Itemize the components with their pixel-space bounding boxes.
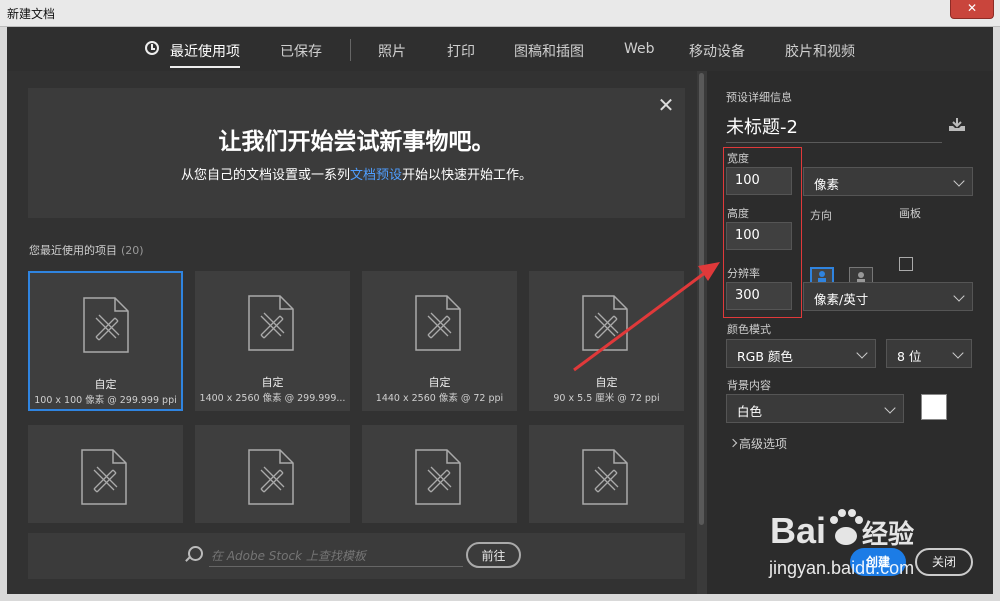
width-label: 宽度 bbox=[727, 152, 749, 165]
resolution-input[interactable]: 300 bbox=[726, 282, 792, 310]
welcome-sub-before: 从您自己的文档设置或一系列 bbox=[180, 168, 350, 183]
color-mode-select[interactable]: RGB 颜色 bbox=[726, 339, 876, 368]
unit-select[interactable]: 像素 bbox=[803, 167, 973, 196]
recent-item-meta: 100 x 100 像素 @ 299.999 ppi bbox=[34, 395, 177, 406]
tab-web[interactable]: Web bbox=[624, 41, 655, 57]
background-color-swatch[interactable] bbox=[921, 394, 947, 420]
resolution-unit-value: 像素/英寸 bbox=[814, 292, 869, 307]
chevron-down-icon bbox=[856, 347, 868, 359]
color-mode-value: RGB 颜色 bbox=[737, 349, 793, 364]
chevron-down-icon bbox=[952, 347, 964, 359]
bit-depth-value: 8 位 bbox=[897, 349, 922, 364]
svg-text:jingyan.baidu.com: jingyan.baidu.com bbox=[768, 558, 914, 578]
tab-print[interactable]: 打印 bbox=[447, 41, 475, 61]
recent-items-label: 您最近使用的项目 (20) bbox=[29, 242, 144, 258]
tab-saved[interactable]: 已保存 bbox=[280, 41, 322, 61]
recent-item-card[interactable]: 自定 90 x 5.5 厘米 @ 72 ppi bbox=[529, 271, 684, 411]
document-pencil-icon bbox=[582, 295, 628, 351]
document-presets-link[interactable]: 文档预设 bbox=[350, 168, 402, 183]
recent-item-meta: 90 x 5.5 厘米 @ 72 ppi bbox=[553, 393, 660, 404]
recent-item-meta: 1440 x 2560 像素 @ 72 ppi bbox=[375, 393, 504, 404]
recent-items-title: 您最近使用的项目 bbox=[29, 244, 117, 257]
recent-item-meta: 1400 x 2560 像素 @ 299.999... bbox=[199, 393, 346, 404]
height-label: 高度 bbox=[727, 207, 749, 220]
background-label: 背景内容 bbox=[727, 379, 771, 392]
document-pencil-icon bbox=[81, 449, 127, 505]
window-title: 新建文档 bbox=[7, 7, 56, 21]
dismiss-banner-icon[interactable]: ✕ bbox=[657, 95, 675, 115]
advanced-options-toggle[interactable]: 高级选项 bbox=[739, 435, 787, 452]
tab-mobile[interactable]: 移动设备 bbox=[689, 41, 745, 61]
resolution-label: 分辨率 bbox=[727, 267, 760, 280]
welcome-banner: 让我们开始尝试新事物吧。 从您自己的文档设置或一系列文档预设开始以快速开始工作。… bbox=[28, 88, 685, 218]
tab-recent[interactable]: 最近使用项 bbox=[170, 41, 240, 68]
artboard-checkbox[interactable] bbox=[899, 257, 913, 271]
svg-text:Bai: Bai bbox=[770, 510, 826, 551]
unit-select-value: 像素 bbox=[814, 177, 840, 192]
recent-items-count: (20) bbox=[121, 244, 144, 257]
recent-item-name: 自定 bbox=[595, 376, 618, 389]
height-input[interactable]: 100 bbox=[726, 222, 792, 250]
welcome-heading: 让我们开始尝试新事物吧。 bbox=[218, 129, 495, 155]
tab-divider bbox=[350, 39, 351, 61]
recent-item-name: 自定 bbox=[428, 376, 451, 389]
artboard-label: 画板 bbox=[899, 207, 921, 220]
document-pencil-icon bbox=[83, 297, 129, 353]
window-titlebar: 新建文档 ✕ bbox=[0, 0, 1000, 27]
recent-item-card[interactable] bbox=[28, 425, 183, 523]
baidu-jingyan-watermark: Bai 经验 jingyan.baidu.com bbox=[768, 509, 914, 578]
svg-text:经验: 经验 bbox=[862, 519, 914, 549]
document-name-field[interactable]: 未标题-2 bbox=[726, 113, 942, 143]
document-pencil-icon bbox=[415, 295, 461, 351]
document-pencil-icon bbox=[582, 449, 628, 505]
chevron-down-icon bbox=[953, 290, 965, 302]
recent-item-card[interactable]: 自定 1440 x 2560 像素 @ 72 ppi bbox=[362, 271, 517, 411]
tab-photo[interactable]: 照片 bbox=[378, 41, 406, 61]
stock-search-input[interactable] bbox=[209, 546, 463, 567]
width-input[interactable]: 100 bbox=[726, 167, 792, 195]
window-close-button[interactable]: ✕ bbox=[950, 0, 994, 19]
recent-item-card[interactable]: 自定 1400 x 2560 像素 @ 299.999... bbox=[195, 271, 350, 411]
recent-scrollbar[interactable] bbox=[699, 73, 704, 525]
orientation-label: 方向 bbox=[810, 209, 832, 222]
recent-item-card[interactable]: 自定 100 x 100 像素 @ 299.999 ppi bbox=[28, 271, 183, 411]
clock-icon bbox=[145, 41, 159, 55]
stock-go-button[interactable]: 前往 bbox=[466, 542, 521, 568]
document-pencil-icon bbox=[248, 295, 294, 351]
recent-item-card[interactable] bbox=[529, 425, 684, 523]
recent-item-name: 自定 bbox=[94, 378, 117, 391]
recent-item-card[interactable] bbox=[362, 425, 517, 523]
chevron-right-icon bbox=[728, 438, 738, 448]
color-mode-label: 颜色模式 bbox=[727, 323, 771, 336]
category-tabs: 最近使用项 已保存 照片 打印 图稿和插图 Web 移动设备 胶片和视频 bbox=[7, 27, 993, 71]
welcome-subtext: 从您自己的文档设置或一系列文档预设开始以快速开始工作。 bbox=[28, 164, 685, 183]
document-pencil-icon bbox=[248, 449, 294, 505]
recent-item-name: 自定 bbox=[261, 376, 284, 389]
bit-depth-select[interactable]: 8 位 bbox=[886, 339, 972, 368]
document-pencil-icon bbox=[415, 449, 461, 505]
recent-panel: 让我们开始尝试新事物吧。 从您自己的文档设置或一系列文档预设开始以快速开始工作。… bbox=[7, 71, 697, 594]
resolution-unit-select[interactable]: 像素/英寸 bbox=[803, 282, 973, 311]
save-preset-icon[interactable] bbox=[948, 118, 966, 132]
welcome-sub-after: 开始以快速开始工作。 bbox=[402, 168, 533, 183]
background-select[interactable]: 白色 bbox=[726, 394, 904, 423]
tab-film-video[interactable]: 胶片和视频 bbox=[785, 41, 855, 61]
chevron-down-icon bbox=[884, 402, 896, 414]
background-value: 白色 bbox=[737, 404, 763, 419]
preset-details-label: 预设详细信息 bbox=[726, 91, 792, 104]
stock-search-bar: 前往 bbox=[28, 533, 685, 579]
tab-art-illustration[interactable]: 图稿和插图 bbox=[514, 41, 584, 61]
search-icon bbox=[188, 546, 203, 561]
recent-item-card[interactable] bbox=[195, 425, 350, 523]
chevron-down-icon bbox=[953, 175, 965, 187]
